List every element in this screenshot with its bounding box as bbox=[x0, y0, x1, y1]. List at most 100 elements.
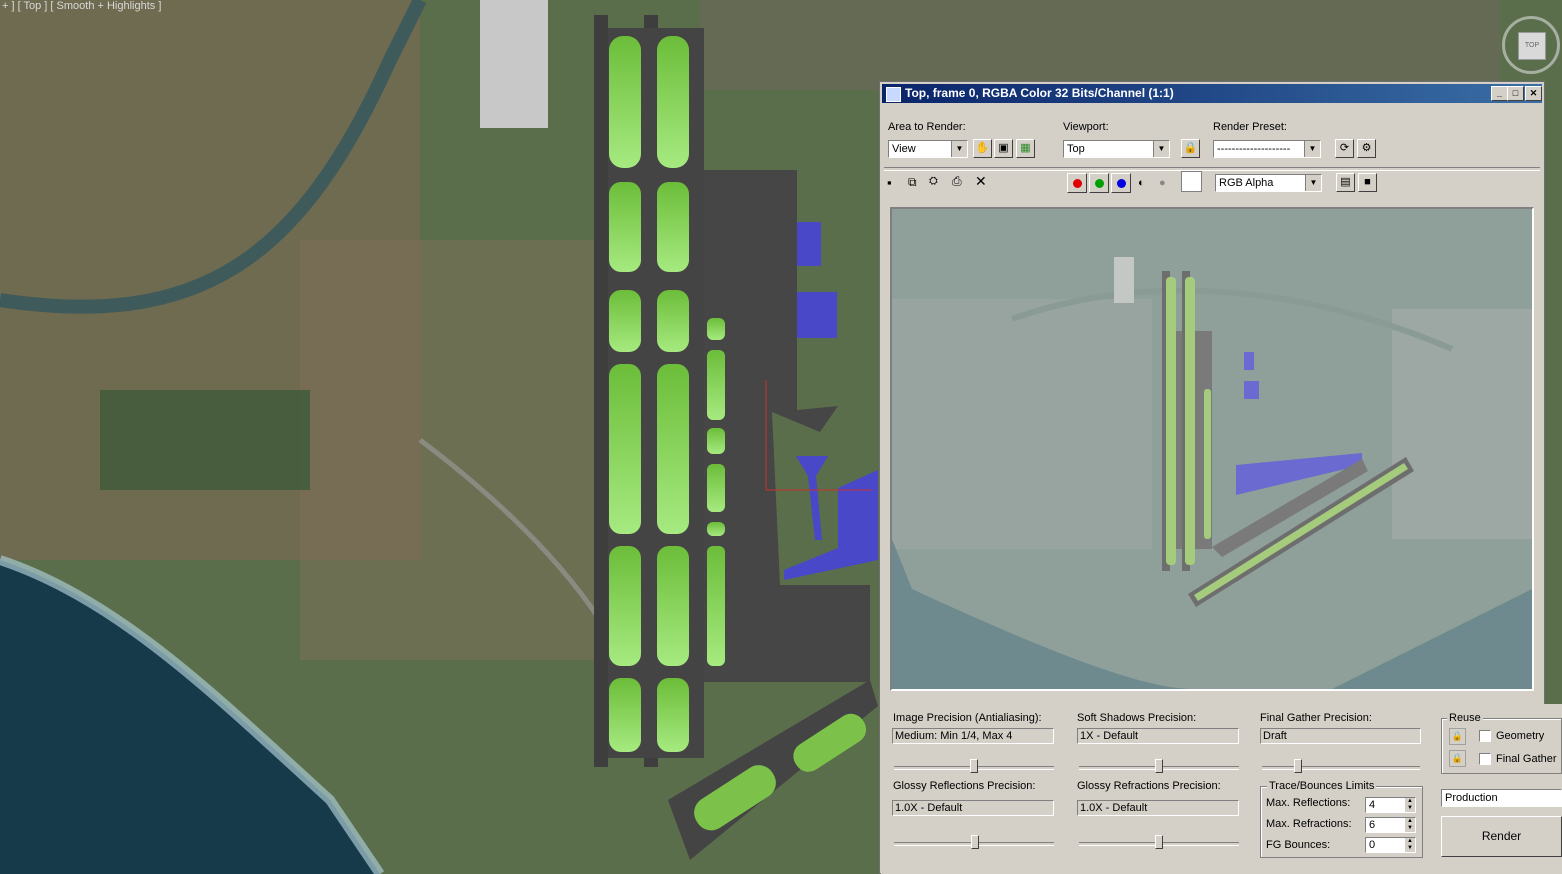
blue-channel-button[interactable] bbox=[1111, 173, 1131, 193]
final-gather-precision-slider[interactable] bbox=[1262, 759, 1420, 773]
geometry-checkbox[interactable] bbox=[1479, 730, 1491, 742]
toolbar-divider bbox=[884, 167, 1540, 171]
monochrome-icon[interactable]: ◐ bbox=[1138, 177, 1145, 189]
max-reflections-spinner[interactable]: 4 ▲ ▼ bbox=[1365, 797, 1416, 813]
spinner-arrows-icon[interactable]: ▲ ▼ bbox=[1405, 798, 1415, 812]
soft-shadows-slider[interactable] bbox=[1079, 759, 1239, 773]
area-to-render-value: View bbox=[892, 143, 916, 155]
viewcube-top-face[interactable]: TOP bbox=[1518, 32, 1546, 60]
final-gather-precision-field: Draft bbox=[1260, 728, 1421, 744]
display-channel-dropdown[interactable]: RGB Alpha ▼ bbox=[1215, 174, 1322, 192]
slider-thumb[interactable] bbox=[970, 759, 978, 773]
runway-west bbox=[594, 15, 608, 767]
slider-track bbox=[1262, 766, 1420, 770]
final-gather-checkbox[interactable] bbox=[1479, 753, 1491, 765]
render-setup-icon: ⟳ bbox=[1339, 142, 1350, 154]
max-refractions-label: Max. Refractions: bbox=[1266, 818, 1352, 830]
area-to-render-label: Area to Render: bbox=[888, 121, 966, 133]
rendered-image bbox=[892, 209, 1532, 689]
render-city-east bbox=[1392, 309, 1532, 539]
fg-bounces-value: 0 bbox=[1369, 839, 1376, 851]
panel-icon: ■ bbox=[1364, 176, 1371, 188]
spinner-arrows-icon[interactable]: ▲ ▼ bbox=[1405, 838, 1415, 852]
chevron-down-icon: ▼ bbox=[1305, 175, 1321, 191]
viewport-label[interactable]: + ] [ Top ] [ Smooth + Highlights ] bbox=[2, 0, 161, 12]
reuse-title: Reuse bbox=[1447, 712, 1483, 724]
auto-region-button[interactable]: ▣ bbox=[994, 139, 1013, 158]
glossy-reflections-label: Glossy Reflections Precision: bbox=[893, 780, 1036, 792]
max-refractions-spinner[interactable]: 6 ▲ ▼ bbox=[1365, 817, 1416, 833]
glossy-refractions-label: Glossy Refractions Precision: bbox=[1077, 780, 1221, 792]
lock-icon: 🔒 bbox=[1451, 731, 1464, 741]
max-refractions-value: 6 bbox=[1369, 819, 1376, 831]
final-gather-reuse-label: Final Gather bbox=[1496, 753, 1557, 765]
glossy-reflections-field: 1.0X - Default bbox=[892, 800, 1054, 816]
window-title: Top, frame 0, RGBA Color 32 Bits/Channel… bbox=[905, 86, 1174, 100]
close-button[interactable]: ✕ bbox=[1525, 86, 1542, 101]
terminal-block-1 bbox=[797, 222, 821, 266]
alpha-channel-icon[interactable]: ● bbox=[1159, 177, 1166, 189]
red-channel-icon bbox=[1073, 179, 1082, 188]
render-setup-button[interactable]: ⟳ bbox=[1335, 139, 1354, 158]
window-titlebar[interactable]: Top, frame 0, RGBA Color 32 Bits/Channel… bbox=[882, 84, 1542, 103]
edit-region-button[interactable]: ✋ bbox=[973, 139, 992, 158]
glossy-reflections-slider[interactable] bbox=[894, 835, 1054, 849]
app-icon bbox=[886, 87, 901, 102]
viewport-label-text: Viewport: bbox=[1063, 121, 1109, 133]
soft-shadows-label: Soft Shadows Precision: bbox=[1077, 712, 1197, 724]
slider-thumb[interactable] bbox=[971, 835, 979, 849]
final-gather-lock-button[interactable]: 🔒 bbox=[1449, 750, 1466, 767]
red-channel-button[interactable] bbox=[1067, 173, 1087, 193]
slider-thumb[interactable] bbox=[1155, 835, 1163, 849]
north-terminal bbox=[480, 0, 548, 128]
viewcube[interactable]: TOP bbox=[1502, 16, 1560, 74]
viewport-dropdown[interactable]: Top ▼ bbox=[1063, 140, 1170, 158]
clone-window-icon[interactable]: ⛭ bbox=[929, 175, 938, 188]
geometry-lock-button[interactable]: 🔒 bbox=[1449, 728, 1466, 745]
render-preset-dropdown[interactable]: -------------------- ▼ bbox=[1213, 140, 1321, 158]
final-gather-precision-label: Final Gather Precision: bbox=[1260, 712, 1372, 724]
image-precision-slider[interactable] bbox=[894, 759, 1054, 773]
soft-shadows-field: 1X - Default bbox=[1077, 728, 1239, 744]
city-district-north bbox=[700, 0, 1500, 90]
print-icon[interactable]: ⎙ bbox=[952, 174, 962, 189]
lock-viewport-button[interactable]: 🔒 bbox=[1181, 139, 1200, 158]
toggle-ui-button[interactable]: ■ bbox=[1358, 173, 1377, 192]
save-image-icon[interactable]: ▪ bbox=[887, 175, 892, 190]
render-image-area[interactable] bbox=[890, 207, 1534, 691]
color-swatch[interactable] bbox=[1181, 171, 1202, 192]
fg-bounces-label: FG Bounces: bbox=[1266, 839, 1331, 851]
render-in-place-button[interactable]: ▦ bbox=[1016, 139, 1035, 158]
lock-icon: 🔒 bbox=[1451, 753, 1464, 763]
render-button[interactable]: Render bbox=[1441, 816, 1562, 857]
copy-image-icon[interactable]: ⧉ bbox=[908, 175, 917, 190]
city-district-center bbox=[300, 240, 600, 660]
environment-effects-button[interactable]: ⚙ bbox=[1357, 139, 1376, 158]
viewport-value: Top bbox=[1067, 143, 1085, 155]
render-preset-label: Render Preset: bbox=[1213, 121, 1287, 133]
green-channel-button[interactable] bbox=[1089, 173, 1109, 193]
maximize-button[interactable]: □ bbox=[1507, 86, 1524, 101]
chevron-down-icon: ▼ bbox=[951, 141, 967, 157]
toggle-ui-overlay-button[interactable]: ▤ bbox=[1336, 173, 1355, 192]
clear-icon[interactable]: ✕ bbox=[975, 173, 987, 190]
chevron-down-icon: ▼ bbox=[1304, 141, 1320, 157]
render-city-west bbox=[892, 299, 1152, 549]
slider-thumb[interactable] bbox=[1155, 759, 1163, 773]
fg-bounces-spinner[interactable]: 0 ▲ ▼ bbox=[1365, 837, 1416, 853]
image-precision-label: Image Precision (Antialiasing): bbox=[893, 712, 1042, 724]
slider-thumb[interactable] bbox=[1294, 759, 1302, 773]
image-precision-field: Medium: Min 1/4, Max 4 bbox=[892, 728, 1054, 744]
render-mode-dropdown[interactable]: Production bbox=[1441, 789, 1562, 807]
geometry-label: Geometry bbox=[1496, 730, 1545, 742]
render-preset-value: -------------------- bbox=[1217, 143, 1291, 155]
glossy-refractions-slider[interactable] bbox=[1079, 835, 1239, 849]
render-terminal-2 bbox=[1244, 381, 1259, 399]
minimize-button[interactable]: _ bbox=[1491, 86, 1508, 101]
terminal-block-2 bbox=[797, 292, 837, 338]
spinner-arrows-icon[interactable]: ▲ ▼ bbox=[1405, 818, 1415, 832]
render-north-terminal bbox=[1114, 257, 1134, 303]
area-to-render-dropdown[interactable]: View ▼ bbox=[888, 140, 968, 158]
region-select-icon: ▣ bbox=[998, 142, 1009, 154]
render-region-icon: ▦ bbox=[1020, 142, 1031, 154]
